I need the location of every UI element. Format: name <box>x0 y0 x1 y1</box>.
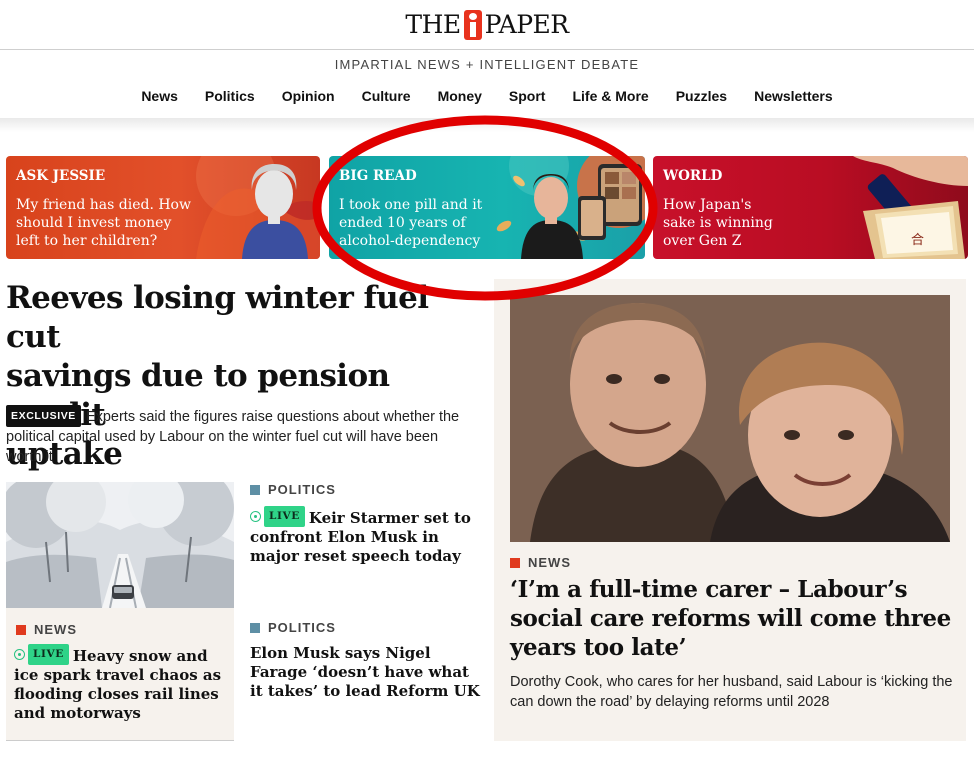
lead-standfirst: EXCLUSIVE Experts said the figures raise … <box>6 405 476 467</box>
story-headline-musk[interactable]: Elon Musk says Nigel Farage ‘doesn’t hav… <box>250 644 480 701</box>
live-indicator: LIVE <box>14 644 69 665</box>
story-item-musk: POLITICS Elon Musk says Nigel Farage ‘do… <box>250 620 480 701</box>
nav-item-life-more[interactable]: Life & More <box>559 88 662 118</box>
live-dot-icon <box>14 649 25 660</box>
nav-item-culture[interactable]: Culture <box>348 88 424 118</box>
section-label-text: NEWS <box>34 622 77 637</box>
nav-item-sport[interactable]: Sport <box>495 88 559 118</box>
header-shadow <box>0 118 974 132</box>
couple-portrait-illustration <box>510 295 950 542</box>
promo-kicker: BIG READ <box>339 168 417 184</box>
feature-standfirst: Dorothy Cook, who cares for her husband,… <box>510 674 953 710</box>
story-headline-starmer[interactable]: LIVE Keir Starmer set to confront Elon Mu… <box>250 506 480 566</box>
live-indicator: LIVE <box>250 506 305 527</box>
site-logo[interactable]: THE PAPER <box>405 9 569 40</box>
lead-headline-line: Reeves losing winter fuel cut <box>6 280 429 355</box>
promo-title-line: left to her children? <box>16 233 158 249</box>
promo-card-world[interactable]: 合 WORLD How Japan's sake is winning over… <box>653 156 968 259</box>
feature-photo <box>510 295 950 542</box>
promo-title-line: over Gen Z <box>663 233 742 249</box>
promo-kicker: ASK JESSIE <box>16 168 106 184</box>
nav-item-money[interactable]: Money <box>424 88 495 118</box>
promo-card-big-read[interactable]: BIG READ I took one pill and it ended 10… <box>329 156 645 259</box>
i-logo-icon <box>463 9 482 40</box>
promo-title-line: ended 10 years of <box>339 215 466 231</box>
live-dot-icon <box>250 511 261 522</box>
section-marker <box>510 557 520 568</box>
logo-text-paper: PAPER <box>484 10 569 39</box>
promo-title-line: alcohol-dependency <box>339 233 481 249</box>
section-label-news: NEWS <box>510 555 571 570</box>
exclusive-badge: EXCLUSIVE <box>6 405 81 427</box>
masthead: THE PAPER <box>0 0 974 50</box>
section-label-politics: POLITICS <box>250 620 480 635</box>
snow-scene-illustration <box>6 482 234 608</box>
live-badge: LIVE <box>28 644 69 665</box>
story-item-starmer: POLITICS LIVE Keir Starmer set to confron… <box>250 482 480 566</box>
main-nav: News Politics Opinion Culture Money Spor… <box>0 88 974 118</box>
promo-title-line: sake is winning <box>663 215 773 231</box>
nav-item-news[interactable]: News <box>128 88 192 118</box>
promo-title-line: My friend has died. How <box>16 197 191 213</box>
promo-title-line: I took one pill and it <box>339 197 483 213</box>
svg-text:合: 合 <box>911 233 924 248</box>
section-marker <box>250 484 260 495</box>
promo-title-line: How Japan's <box>663 197 752 213</box>
nav-item-puzzles[interactable]: Puzzles <box>662 88 740 118</box>
section-label-politics: POLITICS <box>250 482 480 497</box>
section-marker <box>16 624 26 635</box>
section-label-text: POLITICS <box>268 620 336 635</box>
section-marker <box>250 622 260 633</box>
live-badge: LIVE <box>264 506 305 527</box>
nav-item-opinion[interactable]: Opinion <box>268 88 348 118</box>
promo-title: My friend has died. How should I invest … <box>16 196 191 250</box>
promo-title-line: should I invest money <box>16 215 172 231</box>
section-label-text: POLITICS <box>268 482 336 497</box>
feature-story-card[interactable]: NEWS ‘I’m a full-time carer – Labour’s s… <box>494 279 966 741</box>
promo-title: I took one pill and it ended 10 years of… <box>339 196 482 250</box>
promo-kicker: WORLD <box>663 168 723 184</box>
promo-card-ask-jessie[interactable]: ASK JESSIE My friend has died. How shoul… <box>6 156 320 259</box>
section-label-news: NEWS <box>16 622 77 637</box>
story-headline: LIVE Heavy snow and ice spark travel chao… <box>14 644 230 723</box>
logo-text-the: THE <box>405 10 461 39</box>
story-card-snow[interactable]: NEWS LIVE Heavy snow and ice spark travel… <box>6 482 234 741</box>
nav-item-newsletters[interactable]: Newsletters <box>741 88 847 118</box>
nav-item-politics[interactable]: Politics <box>191 88 268 118</box>
section-label-text: NEWS <box>528 555 571 570</box>
promo-title: How Japan's sake is winning over Gen Z <box>663 196 773 250</box>
site-header: THE PAPER IMPARTIAL NEWS + INTELLIGENT D… <box>0 0 974 118</box>
feature-headline: ‘I’m a full-time carer – Labour’s social… <box>510 576 951 661</box>
tagline: IMPARTIAL NEWS + INTELLIGENT DEBATE <box>334 57 640 72</box>
snow-road-image <box>6 482 234 608</box>
